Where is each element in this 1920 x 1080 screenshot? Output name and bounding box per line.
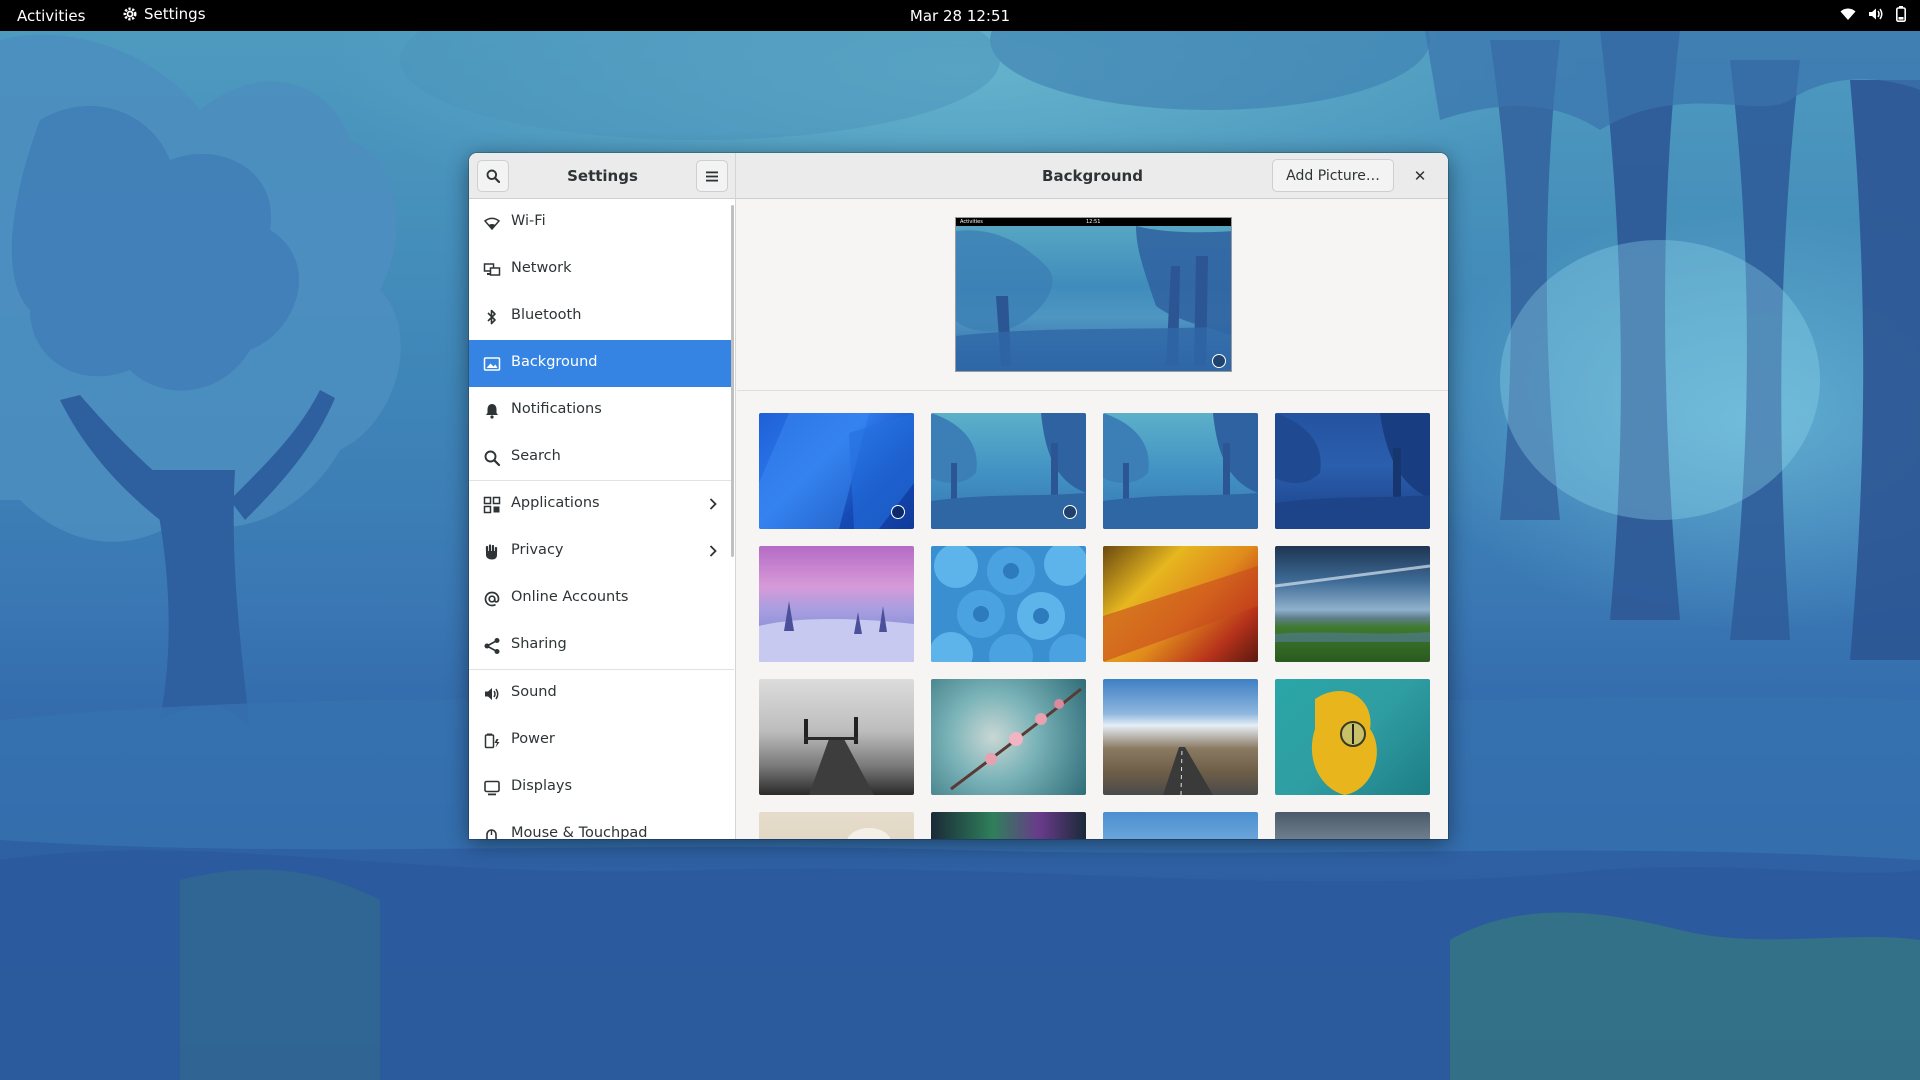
wallpaper-thumb-blue-geometric[interactable] xyxy=(759,413,914,529)
sidebar: Wi-Fi Network Bluetooth Background Notif… xyxy=(469,199,736,839)
preview-area: Activities 12:51 xyxy=(737,199,1448,391)
sidebar-item-label: Search xyxy=(511,448,561,464)
sidebar-item-online-accounts[interactable]: Online Accounts xyxy=(469,575,734,622)
wallpaper-thumb-mountain-road[interactable] xyxy=(1103,679,1258,795)
background-panel: Activities 12:51 xyxy=(737,199,1448,839)
hamburger-icon xyxy=(706,171,718,181)
wallpaper-thumb-woven-fabric[interactable] xyxy=(1103,546,1258,662)
wallpaper-thumb-forest-light-alt[interactable] xyxy=(1103,413,1258,529)
chevron-right-icon xyxy=(709,498,717,510)
close-button[interactable]: ✕ xyxy=(1409,165,1431,187)
wallpaper-thumb-blue-pieces[interactable] xyxy=(931,546,1086,662)
bell-icon xyxy=(486,404,498,419)
sidebar-item-label: Displays xyxy=(511,778,573,794)
search-icon xyxy=(484,450,501,467)
selected-check-icon xyxy=(1212,354,1226,368)
wallpaper-thumb-foggy-pier[interactable] xyxy=(759,679,914,795)
sidebar-header: Settings xyxy=(469,153,736,199)
preview-forest-image xyxy=(956,226,1231,371)
sidebar-item-label: Mouse & Touchpad xyxy=(511,825,648,839)
power-icon xyxy=(484,733,500,749)
sidebar-item-notifications[interactable]: Notifications xyxy=(469,387,734,434)
wallpaper-thumb-forest-dark[interactable] xyxy=(1275,413,1430,529)
wallpaper-thumb-snowy-sunset[interactable] xyxy=(759,546,914,662)
sidebar-item-label: Wi-Fi xyxy=(511,213,546,229)
sidebar-item-label: Bluetooth xyxy=(511,307,582,323)
sidebar-item-label: Privacy xyxy=(511,542,564,558)
add-picture-button[interactable]: Add Picture… xyxy=(1272,159,1394,192)
top-bar: Activities Settings Mar 28 12:51 xyxy=(0,0,1920,31)
apps-grid-icon xyxy=(483,496,501,514)
sidebar-item-label: Background xyxy=(511,354,598,370)
share-icon xyxy=(484,638,500,654)
sidebar-item-search[interactable]: Search xyxy=(469,434,734,481)
sidebar-item-background[interactable]: Background xyxy=(469,340,734,387)
preview-activities-label: Activities xyxy=(960,219,983,225)
wifi-icon xyxy=(1840,8,1856,20)
wallpaper-thumb-misty-horizon[interactable] xyxy=(1275,812,1430,839)
preview-top-bar: Activities 12:51 xyxy=(956,218,1231,226)
sidebar-item-bluetooth[interactable]: Bluetooth xyxy=(469,293,734,340)
header-bar: Settings Background Add Picture… ✕ xyxy=(469,153,1448,199)
sidebar-item-label: Sound xyxy=(511,684,557,700)
volume-icon xyxy=(1869,8,1883,20)
background-icon xyxy=(483,357,501,371)
main-menu-button[interactable] xyxy=(696,160,728,192)
sidebar-item-sound[interactable]: Sound xyxy=(469,670,734,717)
close-icon: ✕ xyxy=(1413,167,1427,185)
wallpaper-thumb-green-field-sky[interactable] xyxy=(1275,546,1430,662)
sidebar-item-mouse-touchpad[interactable]: Mouse & Touchpad xyxy=(469,811,734,839)
sidebar-item-label: Network xyxy=(511,260,572,276)
sidebar-item-network[interactable]: Network xyxy=(469,246,734,293)
network-icon xyxy=(483,263,501,276)
sidebar-item-displays[interactable]: Displays xyxy=(469,764,734,811)
sidebar-item-label: Applications xyxy=(511,495,600,511)
at-icon xyxy=(484,591,500,607)
bluetooth-icon xyxy=(487,309,496,325)
wallpaper-thumb-forest-light[interactable] xyxy=(931,413,1086,529)
wallpaper-thumb-clouds-sky[interactable] xyxy=(1103,812,1258,839)
wifi-icon xyxy=(483,217,501,231)
speaker-icon xyxy=(485,688,499,700)
wallpaper-thumb-aurora[interactable] xyxy=(931,812,1086,839)
wallpaper-thumb-cherry-blossom[interactable] xyxy=(931,679,1086,795)
sidebar-item-label: Power xyxy=(511,731,555,747)
current-background-preview: Activities 12:51 xyxy=(955,217,1232,372)
sidebar-item-sharing[interactable]: Sharing xyxy=(469,622,734,669)
mouse-icon xyxy=(486,829,497,839)
display-icon xyxy=(484,780,500,796)
selected-check-icon xyxy=(1063,505,1077,519)
sidebar-item-label: Sharing xyxy=(511,636,567,652)
wallpaper-thumb-sand-stone[interactable] xyxy=(759,812,914,839)
sidebar-item-power[interactable]: Power xyxy=(469,717,734,764)
wallpaper-thumb-yellow-frog[interactable] xyxy=(1275,679,1430,795)
sidebar-scrollbar[interactable] xyxy=(731,205,734,557)
settings-window: Settings Background Add Picture… ✕ Wi-Fi xyxy=(469,153,1448,839)
sidebar-item-privacy[interactable]: Privacy xyxy=(469,528,734,575)
system-tray[interactable] xyxy=(1840,6,1906,22)
sidebar-item-label: Notifications xyxy=(511,401,602,417)
clock[interactable]: Mar 28 12:51 xyxy=(0,7,1920,25)
sidebar-item-wifi[interactable]: Wi-Fi xyxy=(469,199,734,246)
sidebar-item-label: Online Accounts xyxy=(511,589,629,605)
selected-check-icon xyxy=(891,505,905,519)
sidebar-item-applications[interactable]: Applications xyxy=(469,481,734,528)
chevron-right-icon xyxy=(709,545,717,557)
preview-clock: 12:51 xyxy=(1086,219,1101,225)
battery-icon xyxy=(1896,6,1906,22)
hand-icon xyxy=(485,544,498,560)
